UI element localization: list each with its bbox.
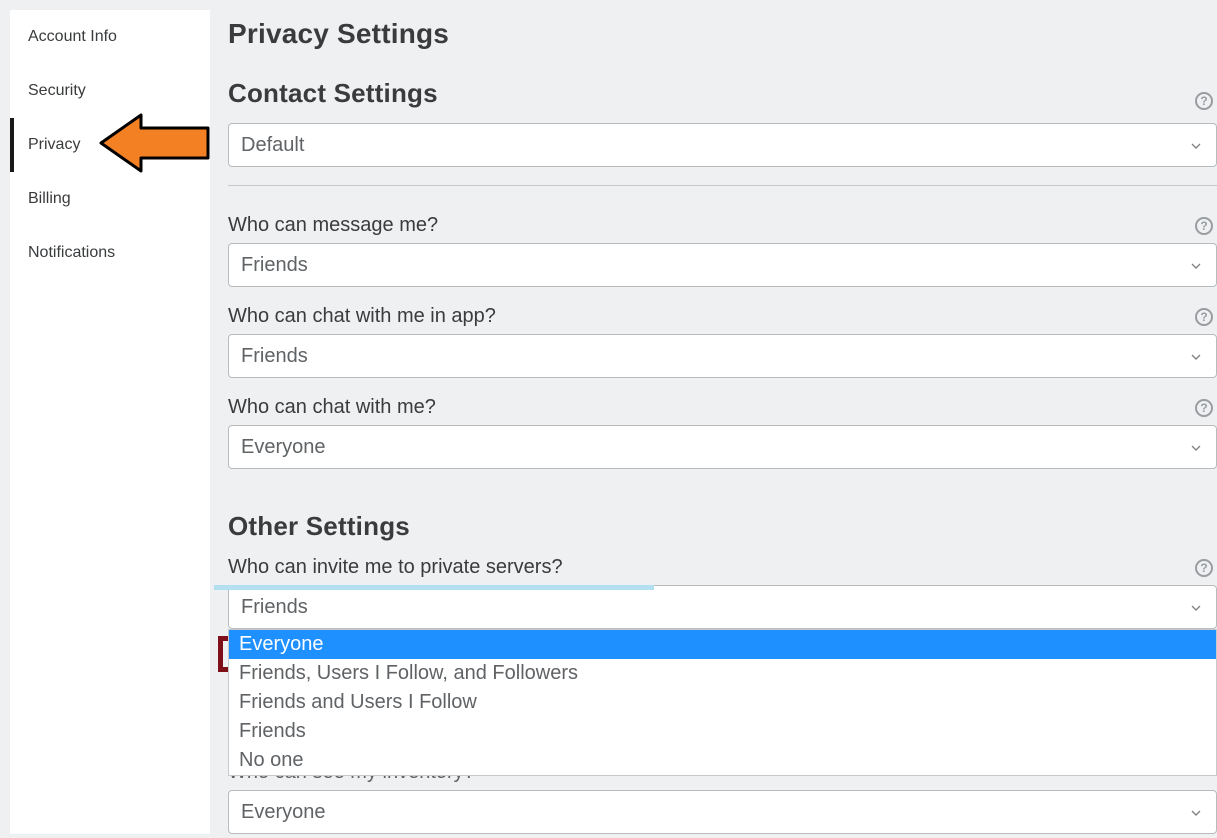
section-title-contact: Contact Settings (228, 78, 438, 109)
section-title-other: Other Settings (228, 511, 1217, 542)
select-value: Everyone (241, 801, 326, 824)
sidebar-item-label: Notifications (28, 244, 115, 261)
dropdown-option-no-one[interactable]: No one (229, 746, 1216, 775)
chevron-down-icon (1188, 137, 1204, 153)
sidebar-item-label: Billing (28, 190, 71, 207)
chevron-down-icon (1188, 804, 1204, 820)
contact-default-select[interactable]: Default (228, 123, 1217, 167)
select-value: Default (241, 134, 304, 157)
dropdown-option-friends[interactable]: Friends (229, 717, 1216, 746)
help-icon[interactable]: ? (1195, 308, 1213, 326)
dropdown-option-friends-follow-followers[interactable]: Friends, Users I Follow, and Followers (229, 659, 1216, 688)
invite-select[interactable]: Friends (228, 585, 1217, 629)
sidebar-item-billing[interactable]: Billing (10, 172, 210, 226)
sidebar-item-privacy[interactable]: Privacy (10, 118, 210, 172)
select-value: Friends (241, 254, 308, 277)
page-title: Privacy Settings (228, 18, 1217, 50)
field-label-invite: Who can invite me to private servers? (228, 556, 563, 579)
dropdown-option-friends-follow[interactable]: Friends and Users I Follow (229, 688, 1216, 717)
sidebar-item-label: Privacy (28, 136, 80, 153)
sidebar-item-security[interactable]: Security (10, 64, 210, 118)
select-value: Friends (241, 345, 308, 368)
sidebar-item-notifications[interactable]: Notifications (10, 226, 210, 280)
chevron-down-icon (1188, 348, 1204, 364)
inventory-select[interactable]: Everyone (228, 790, 1217, 834)
chevron-down-icon (1188, 599, 1204, 615)
help-icon[interactable]: ? (1195, 399, 1213, 417)
main-content: Privacy Settings Contact Settings ? Defa… (210, 0, 1217, 834)
dropdown-option-everyone[interactable]: Everyone (229, 630, 1216, 659)
select-value: Friends (241, 596, 308, 619)
chat-app-select[interactable]: Friends (228, 334, 1217, 378)
chat-select[interactable]: Everyone (228, 425, 1217, 469)
sidebar-item-label: Account Info (28, 28, 117, 45)
field-label-message: Who can message me? (228, 214, 438, 237)
sidebar-item-label: Security (28, 82, 86, 99)
field-label-chat-app: Who can chat with me in app? (228, 305, 496, 328)
divider (228, 185, 1217, 186)
settings-sidebar: Account Info Security Privacy Billing No… (10, 10, 210, 834)
invite-dropdown-list: Everyone Friends, Users I Follow, and Fo… (228, 629, 1217, 776)
chevron-down-icon (1188, 257, 1204, 273)
help-icon[interactable]: ? (1195, 92, 1213, 110)
select-value: Everyone (241, 436, 326, 459)
help-icon[interactable]: ? (1195, 559, 1213, 577)
chevron-down-icon (1188, 439, 1204, 455)
field-label-chat: Who can chat with me? (228, 396, 436, 419)
help-icon[interactable]: ? (1195, 217, 1213, 235)
message-select[interactable]: Friends (228, 243, 1217, 287)
sidebar-item-account-info[interactable]: Account Info (10, 10, 210, 64)
